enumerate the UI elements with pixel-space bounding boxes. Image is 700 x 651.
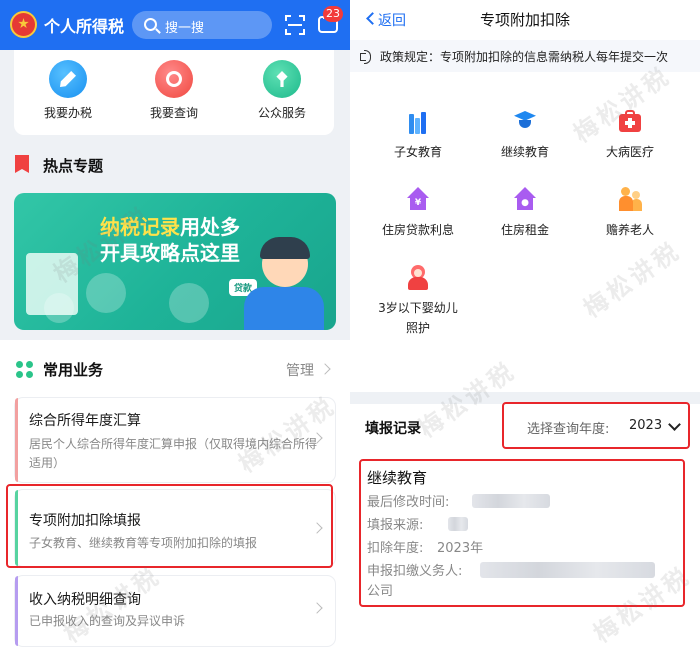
search-icon (144, 18, 157, 31)
service-annual-settlement[interactable]: 综合所得年度汇算 居民个人综合所得年度汇算申报（仅取得境内综合所得适用） (15, 398, 335, 482)
category-continuing-education[interactable]: 继续教育 (475, 108, 575, 162)
policy-notice-text: 政策规定：专项附加扣除的信息需纳税人每年提交一次 (380, 50, 669, 64)
chat-icon (44, 293, 74, 323)
service-income-query[interactable]: 收入纳税明细查询 已申报收入的查询及异议申诉 (15, 576, 335, 646)
highlight-box-service (6, 484, 333, 568)
category-housing-loan[interactable]: ¥ 住房贷款利息 (368, 186, 468, 240)
category-label: 大病医疗 (605, 145, 654, 159)
manage-link[interactable]: 管理 (286, 360, 314, 380)
service-accent (15, 576, 18, 646)
graduation-cap-icon (512, 108, 538, 134)
quick-action-label: 我要办税 (43, 106, 92, 120)
leaf-icon (263, 60, 301, 98)
hot-topic-banner[interactable]: 纳税记录用处多 开具攻略点这里 贷款 (14, 193, 336, 330)
quick-action-label: 公众服务 (257, 106, 306, 120)
category-child-education[interactable]: 子女教育 (368, 108, 468, 162)
baby-icon (405, 264, 431, 290)
category-elderly-support[interactable]: 赡养老人 (580, 186, 680, 240)
books-icon (405, 108, 431, 134)
quick-action-public[interactable]: 公众服务 (242, 60, 322, 121)
grid-icon (16, 361, 33, 378)
hot-topics-title: 热点专题 (43, 157, 104, 175)
scan-icon[interactable] (285, 15, 305, 35)
person-hair-illustration (260, 237, 310, 259)
category-housing-rent[interactable]: ● 住房租金 (475, 186, 575, 240)
elderly-icon (617, 186, 643, 212)
category-serious-illness[interactable]: 大病医疗 (580, 108, 680, 162)
policy-notice-bar: 政策规定：专项附加扣除的信息需纳税人每年提交一次 (350, 40, 700, 72)
category-label: 3岁以下婴幼儿照护 (378, 301, 458, 335)
quick-action-label: 我要查询 (149, 106, 198, 120)
left-panel: 个人所得税 搜一搜 23 我要办税 我要查询 公众服务 热点专题 纳税记录用处多… (0, 0, 350, 651)
quick-actions-card: 我要办税 我要查询 公众服务 (14, 50, 334, 135)
banner-line2: 开具攻略点这里 (100, 241, 240, 265)
records-title: 填报记录 (365, 421, 421, 437)
back-button[interactable]: 返回 (378, 10, 406, 30)
category-label: 继续教育 (500, 145, 549, 159)
person-body-illustration (244, 287, 324, 330)
house-loan-icon: ¥ (405, 186, 431, 212)
nav-header: 专项附加扣除 返回 (350, 0, 700, 40)
service-title: 收入纳税明细查询 (29, 592, 141, 608)
category-label: 住房贷款利息 (381, 223, 454, 237)
car-icon (86, 273, 126, 313)
service-desc: 已申报收入的查询及异议申诉 (29, 614, 186, 628)
search-placeholder: 搜一搜 (165, 21, 205, 36)
national-emblem-icon (10, 11, 37, 38)
banner-line1: 纳税记录用处多 (100, 215, 240, 239)
pen-icon (49, 60, 87, 98)
top-bar: 个人所得税 搜一搜 23 (0, 0, 350, 50)
search-icon (155, 60, 193, 98)
star-ribbon-icon (15, 155, 29, 173)
category-label: 赡养老人 (605, 223, 654, 237)
right-panel: 专项附加扣除 返回 政策规定：专项附加扣除的信息需纳税人每年提交一次 子女教育 … (350, 0, 700, 651)
category-infant-care[interactable]: 3岁以下婴幼儿照护 (368, 264, 468, 338)
common-services-title: 常用业务 (43, 361, 104, 379)
quick-action-tax[interactable]: 我要办税 (28, 60, 108, 121)
service-desc: 居民个人综合所得年度汇算申报（仅取得境内综合所得适用） (29, 437, 318, 470)
service-accent (15, 398, 18, 482)
search-box[interactable]: 搜一搜 (132, 11, 272, 39)
medical-kit-icon (617, 108, 643, 134)
category-label: 子女教育 (393, 145, 442, 159)
house-rent-icon: ● (512, 186, 538, 212)
category-label: 住房租金 (500, 223, 549, 237)
house-icon (169, 283, 209, 323)
service-title: 综合所得年度汇算 (29, 413, 141, 429)
speaker-icon (360, 50, 374, 64)
highlight-box-record (359, 459, 685, 607)
message-badge: 23 (323, 6, 343, 22)
quick-action-query[interactable]: 我要查询 (134, 60, 214, 121)
highlight-box-year (502, 402, 690, 449)
app-title: 个人所得税 (44, 17, 125, 36)
